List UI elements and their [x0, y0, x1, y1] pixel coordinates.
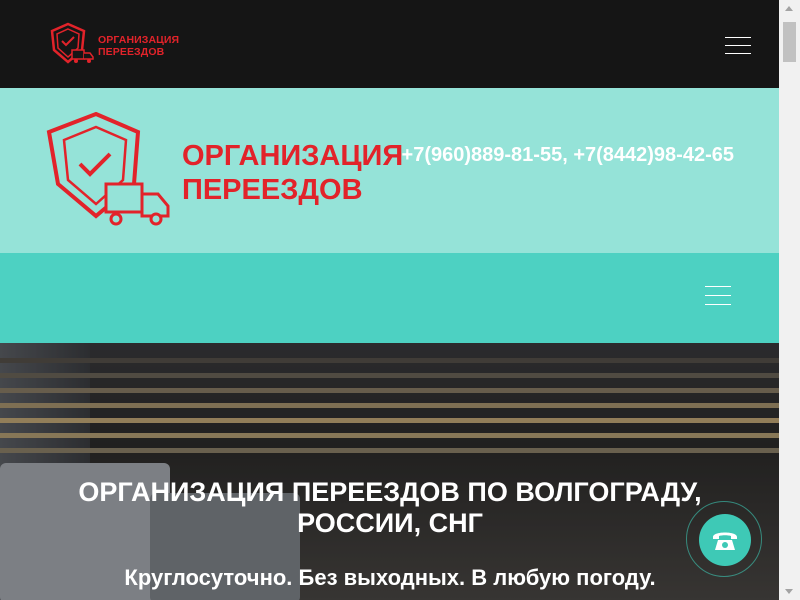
top-logo-line2: ПЕРЕЕЗДОВ — [98, 46, 165, 58]
top-logo[interactable]: ОРГАНИЗАЦИЯ ПЕРЕЕЗДОВ — [50, 22, 190, 66]
hero-title: ОРГАНИЗАЦИЯ ПЕРЕЕЗДОВ ПО ВОЛГОГРАДУ, РОС… — [78, 477, 702, 538]
top-bar: ОРГАНИЗАЦИЯ ПЕРЕЕЗДОВ — [0, 0, 779, 88]
shield-truck-icon — [50, 22, 94, 64]
hamburger-icon[interactable] — [725, 37, 751, 55]
nav-bar — [0, 253, 779, 343]
phone-numbers[interactable]: +7(960)889-81-55, +7(8442)98-42-65 — [394, 140, 734, 170]
hero-subtitle: Круглосуточно. Без выходных. В любую пог… — [124, 565, 656, 590]
hamburger-icon[interactable] — [705, 286, 731, 306]
header-logo-line2: ПЕРЕЕЗДОВ — [182, 174, 363, 206]
scrollbar[interactable] — [779, 0, 800, 600]
scroll-up-arrow-icon[interactable] — [785, 6, 793, 11]
scrollbar-thumb[interactable] — [783, 22, 796, 62]
shield-truck-icon — [46, 111, 170, 226]
scroll-down-arrow-icon[interactable] — [785, 589, 793, 594]
header-logo-line1: ОРГАНИЗАЦИЯ — [182, 140, 404, 172]
phone-icon — [713, 532, 737, 550]
site-header: ОРГАНИЗАЦИЯ ПЕРЕЕЗДОВ +7(960)889-81-55, … — [0, 88, 779, 253]
header-logo[interactable]: ОРГАНИЗАЦИЯ ПЕРЕЕЗДОВ — [46, 111, 406, 232]
call-button[interactable] — [699, 514, 751, 566]
hero-banner: ОРГАНИЗАЦИЯ ПЕРЕЕЗДОВ ПО ВОЛГОГРАДУ, РОС… — [0, 343, 779, 600]
page: ОРГАНИЗАЦИЯ ПЕРЕЕЗДОВ ОРГАНИЗАЦИЯ ПЕРЕЕЗ… — [0, 0, 779, 600]
top-logo-line1: ОРГАНИЗАЦИЯ — [98, 34, 180, 46]
